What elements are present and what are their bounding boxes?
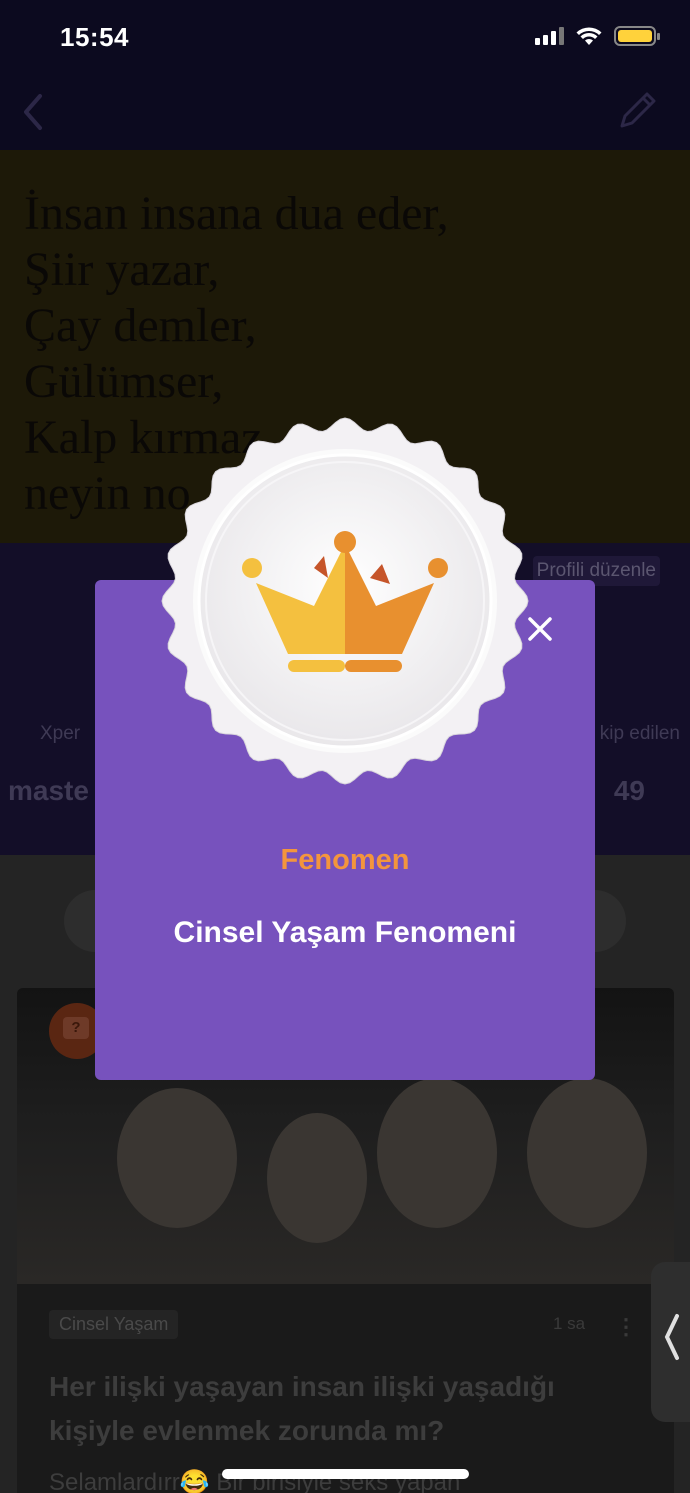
status-time: 15:54 (60, 22, 129, 52)
badge-subtitle: Cinsel Yaşam Fenomeni (173, 916, 517, 949)
chevron-left-icon[interactable] (20, 92, 46, 132)
home-indicator[interactable] (222, 1469, 469, 1479)
side-drawer-handle[interactable] (651, 1262, 690, 1422)
cover-line: Şiir yazar, (24, 243, 220, 296)
xper-stat-label: Xper (40, 723, 81, 744)
battery-level (618, 30, 652, 42)
nav-bar (0, 76, 690, 150)
more-options-icon[interactable]: ⋮ (615, 1314, 637, 1340)
status-bar: 15:54 (0, 0, 690, 76)
cover-line: Gülümser, (24, 355, 224, 408)
card-title[interactable]: Her ilişki yaşayan insan ilişki yaşadığı… (49, 1365, 639, 1453)
battery-icon (614, 26, 660, 46)
card-category-tag[interactable]: Cinsel Yaşam (49, 1310, 179, 1339)
badge-title: Fenomen (280, 844, 410, 876)
wifi-icon (576, 27, 602, 45)
card-timestamp: 1 sa (553, 1314, 586, 1333)
pencil-icon[interactable] (616, 88, 660, 132)
chevron-left-icon (664, 1314, 679, 1360)
following-count[interactable]: 49 (614, 775, 645, 807)
cover-line: Çay demler, (24, 299, 257, 352)
status-icons (535, 26, 660, 46)
signal-icon (535, 27, 564, 45)
following-stat-label: kip edilen (599, 723, 680, 744)
profile-username: maste (8, 775, 89, 806)
cover-line: İnsan insana dua eder, (24, 187, 449, 240)
crown-medal-icon (161, 417, 529, 785)
